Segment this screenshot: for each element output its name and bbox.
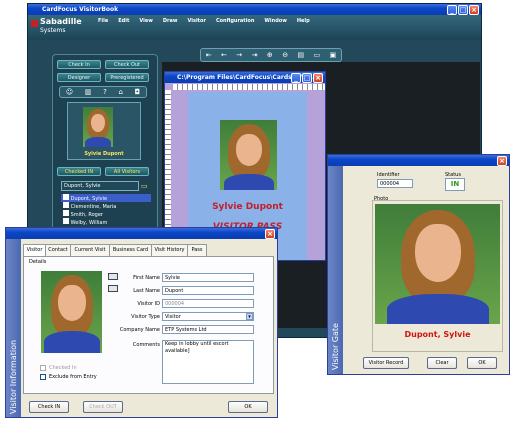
list-item[interactable]: Smith, Roger	[61, 210, 151, 218]
left-panel: Check In Check Out Designer Preregistere…	[52, 54, 158, 230]
camera-icon[interactable]: ◘	[135, 88, 141, 96]
info-photo	[41, 271, 102, 353]
menu-view[interactable]: View	[139, 18, 153, 28]
chevron-down-icon[interactable]: ▾	[246, 313, 253, 320]
gate-titlebar: ×	[328, 155, 509, 166]
visitor-thumbnail-name: Sylvie Dupont	[84, 151, 124, 157]
visitor-thumbnail	[83, 107, 113, 147]
tab-check-in[interactable]: Check In	[57, 60, 101, 69]
tab-checked-in[interactable]: Checked IN	[57, 167, 101, 176]
tab-check-out[interactable]: Check Out	[105, 60, 149, 69]
gate-clear-button[interactable]: Clear	[427, 357, 457, 369]
help-icon[interactable]: ?	[103, 88, 107, 96]
search-icon[interactable]: ▭	[141, 182, 148, 190]
list-item[interactable]: Dupont, Sylvie	[61, 194, 151, 202]
last-icon[interactable]: ⇥	[252, 51, 258, 59]
menu-file[interactable]: File	[98, 18, 108, 28]
info-close-button[interactable]: ×	[265, 229, 275, 239]
visitor-list: Dupont, Sylvie Clementine, Maria Smith, …	[61, 194, 151, 228]
tab-preregistered[interactable]: Preregistered	[105, 73, 149, 82]
prev-icon[interactable]: ←	[221, 51, 227, 59]
info-tabs: Visitor Contact Current Visit Business C…	[23, 244, 273, 257]
export-icon[interactable]: ▣	[330, 51, 337, 59]
visitor-type-label: Visitor Type	[131, 314, 160, 320]
info-side-label: Visitor Information	[9, 339, 18, 414]
gate-close-button[interactable]: ×	[497, 156, 507, 166]
check-out-button: Check OUT	[83, 401, 123, 413]
gate-side-label: Visitor Gate	[331, 323, 340, 370]
book-icon[interactable]: ▥	[85, 88, 92, 96]
check-in-button[interactable]: Check IN	[29, 401, 69, 413]
tab-designer[interactable]: Designer	[57, 73, 101, 82]
badge-visitor-name: Sylvie Dupont	[212, 202, 283, 212]
status-value: IN	[450, 180, 460, 188]
badge-photo	[220, 120, 277, 190]
menu-help[interactable]: Help	[297, 18, 310, 28]
gate-photo	[375, 204, 500, 324]
badge-maximize-button[interactable]: □	[302, 73, 312, 83]
info-titlebar: ×	[6, 228, 277, 239]
gate-visitor-name: Dupont, Sylvie	[404, 330, 471, 339]
next-icon[interactable]: →	[236, 51, 242, 59]
comments-label: Comments	[132, 342, 160, 348]
maximize-button[interactable]: □	[458, 5, 468, 15]
logo-text-line1: Sabadille	[40, 17, 82, 26]
company-label: Company Name	[119, 327, 160, 333]
close-button[interactable]: ×	[469, 5, 479, 15]
page-icon[interactable]: ▭	[314, 51, 321, 59]
zoom-out-icon[interactable]: ⊖	[282, 51, 288, 59]
list-item[interactable]: Welby, William	[61, 218, 151, 226]
info-ok-button[interactable]: OK	[228, 401, 268, 413]
list-item[interactable]: Clementine, Maria	[61, 202, 151, 210]
identifier-field[interactable]: 000004	[377, 179, 413, 188]
details-label: Details	[29, 259, 47, 265]
badge-minimize-button[interactable]: _	[291, 73, 301, 83]
minimize-button[interactable]: _	[447, 5, 457, 15]
visitor-search-input[interactable]: Dupont, Sylvie	[61, 181, 139, 191]
exclude-label: Exclude from Entry	[49, 374, 97, 380]
checked-in-label: Checked In	[49, 365, 77, 371]
company-field[interactable]: ETP Systems Ltd	[162, 325, 254, 334]
checked-in-checkbox	[40, 365, 46, 371]
main-titlebar: CardFocus VisitorBook _ □ ×	[28, 4, 481, 15]
visitor-type-select[interactable]: Visitor	[162, 312, 254, 321]
identifier-label: Identifier	[377, 172, 400, 178]
menu-bar: File Edit View Draw Visitor Configuratio…	[98, 18, 418, 28]
menu-draw[interactable]: Draw	[163, 18, 178, 28]
gate-ok-button[interactable]: OK	[467, 357, 497, 369]
first-name-label: First Name	[133, 275, 160, 281]
print-icon[interactable]: ▤	[297, 51, 304, 59]
zoom-in-icon[interactable]: ⊕	[267, 51, 273, 59]
logo-text-line2: Systems	[40, 27, 66, 34]
nav-toolbar: ⇤ ← → ⇥ ⊕ ⊖ ▤ ▭ ▣	[200, 48, 342, 62]
logo-mark-icon	[31, 20, 38, 27]
menu-band: Sabadille Systems File Edit View Draw Vi…	[28, 15, 481, 40]
visitor-record-button[interactable]: Visitor Record	[363, 357, 409, 369]
tab-all-visitors[interactable]: All Visitors	[105, 167, 149, 176]
comments-field[interactable]: Keep in lobby until escort available]	[162, 340, 254, 384]
last-name-field[interactable]: Dupont	[162, 286, 254, 295]
ruler-top	[173, 84, 325, 90]
id-card-icon[interactable]	[108, 273, 118, 280]
menu-edit[interactable]: Edit	[118, 18, 129, 28]
home-icon[interactable]: ⌂	[118, 88, 122, 96]
badge-titlebar: C:\Program Files\CardFocus\Cards\ID\E...…	[165, 72, 325, 83]
menu-window[interactable]: Window	[264, 18, 286, 28]
menu-visitor[interactable]: Visitor	[187, 18, 205, 28]
visitor-info-window: × Visitor Information Visitor Contact Cu…	[5, 227, 278, 418]
exclude-checkbox[interactable]	[40, 374, 46, 380]
main-title: CardFocus VisitorBook	[42, 6, 119, 13]
people-icon[interactable]: ☺	[66, 88, 73, 96]
book-icon[interactable]	[108, 285, 118, 292]
last-name-label: Last Name	[133, 288, 160, 294]
menu-configuration[interactable]: Configuration	[216, 18, 254, 28]
visitor-id-label: Visitor ID	[137, 301, 160, 307]
quick-icons-bar: ☺ ▥ ? ⌂ ◘	[59, 86, 147, 98]
visitor-gate-window: × Visitor Gate Identifier 000004 Status …	[327, 154, 510, 375]
first-icon[interactable]: ⇤	[206, 51, 212, 59]
first-name-field[interactable]: Sylvie	[162, 273, 254, 282]
visitor-id-field: 000004	[162, 299, 254, 308]
badge-close-button[interactable]: ×	[313, 73, 323, 83]
